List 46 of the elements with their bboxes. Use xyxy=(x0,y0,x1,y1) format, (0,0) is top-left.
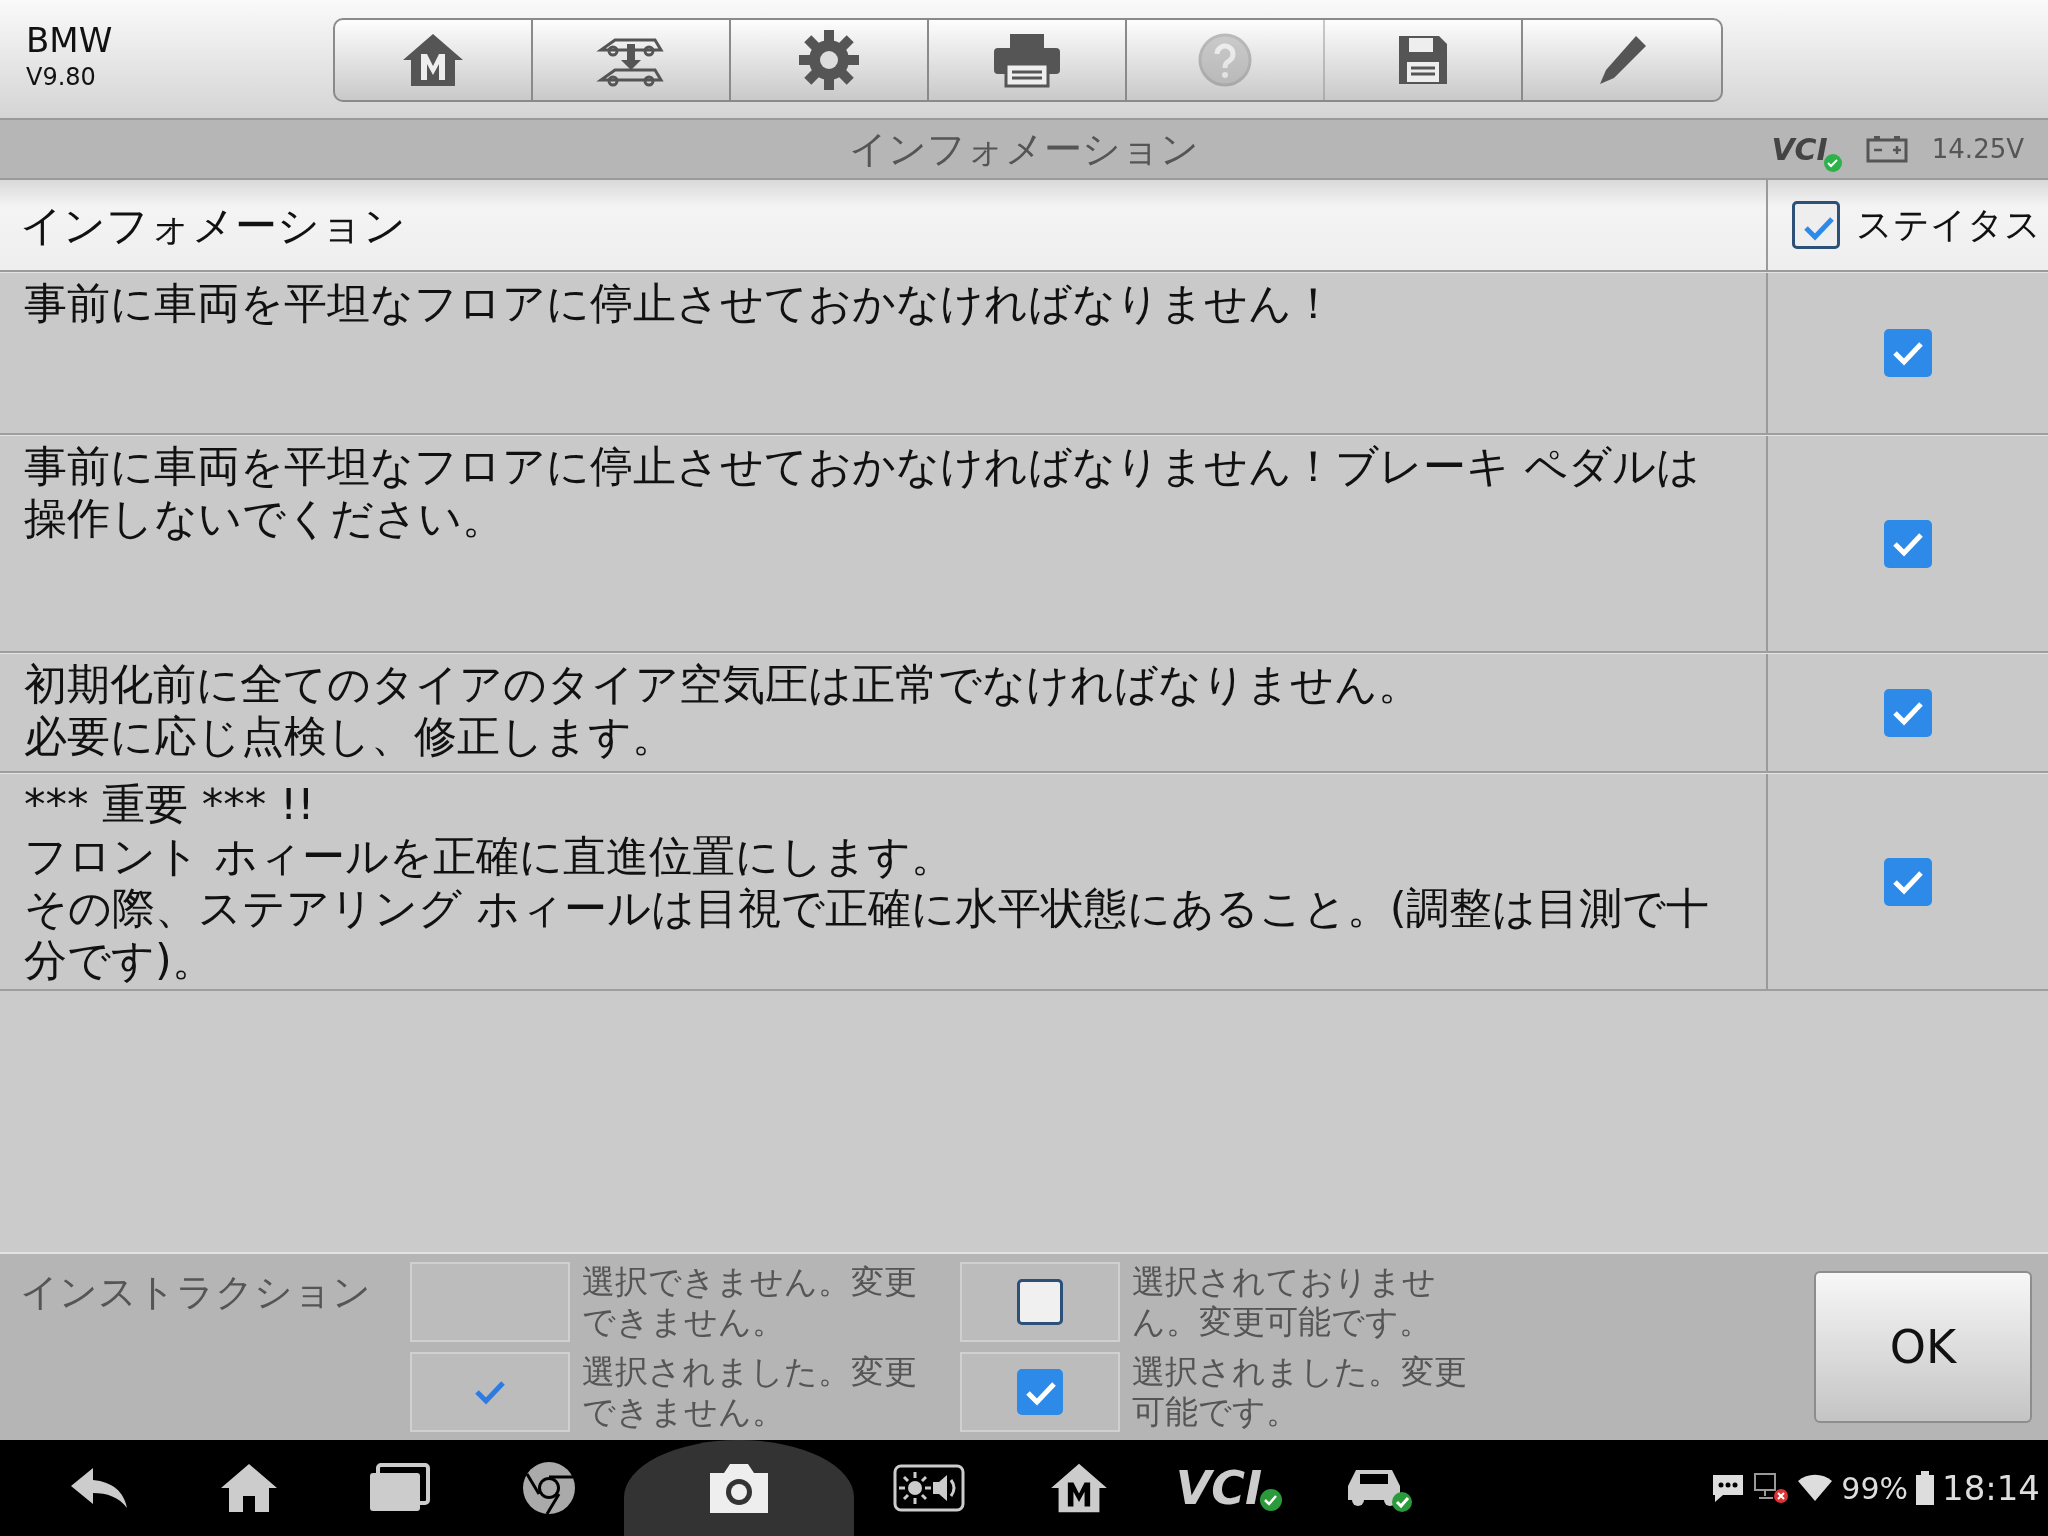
round-logo-icon xyxy=(521,1460,577,1516)
back-arrow-icon xyxy=(69,1466,129,1510)
battery-icon xyxy=(1865,135,1908,163)
screen-title: インフォメーション xyxy=(849,126,1199,171)
vci-logo: VCI xyxy=(1771,130,1829,169)
version-text: V9.80 xyxy=(26,62,97,94)
chat-icon xyxy=(1711,1473,1746,1503)
legend-text: 選択されました。変更可能です。 xyxy=(1131,1352,1468,1432)
wifi-icon xyxy=(1797,1473,1834,1503)
checkbox[interactable] xyxy=(1884,329,1932,377)
legend-text: 選択されておりません。変更可能です。 xyxy=(1131,1262,1437,1342)
clock-text: 18:14 xyxy=(1942,1466,2040,1510)
legend-text: 選択できません。変更できません。 xyxy=(581,1262,918,1342)
voltage-text: 14.25V xyxy=(1931,132,2024,166)
info-text: 必要に応じ点検し、修正します。 xyxy=(23,710,676,762)
ok-button[interactable]: OK xyxy=(1814,1271,2032,1423)
network-error-icon xyxy=(1753,1472,1790,1504)
battery-icon xyxy=(1916,1471,1934,1505)
brand-name: BMW xyxy=(26,22,114,60)
info-text: *** 重要 *** !! xyxy=(23,778,316,830)
info-text: その際、ステアリング ホィールは目視で正確に水平状態にあること。(調整は目測で十分です)。 xyxy=(23,882,1711,986)
taskbar-button[interactable]: VCI xyxy=(1154,1440,1304,1536)
column-header: インフォメーション xyxy=(19,199,406,252)
home-icon xyxy=(219,1462,279,1514)
info-text: 事前に車両を平坦なフロアに停止させておかなければなりません！ xyxy=(23,277,1336,329)
vci-logo: VCI xyxy=(1175,1465,1264,1511)
printer-icon xyxy=(992,32,1062,88)
checkbox[interactable] xyxy=(1884,519,1932,568)
battery-percent: 99% xyxy=(1841,1469,1908,1508)
info-text: 初期化前に全てのタイアのタイア空気圧は正常でなければなりません。 xyxy=(23,658,1422,710)
brightness-volume-icon xyxy=(893,1464,965,1512)
column-header: ステイタス xyxy=(1856,203,2041,247)
info-text: フロント ホィールを正確に直進位置にします。 xyxy=(23,830,955,882)
legend-label: インストラクション xyxy=(19,1269,372,1316)
info-text: 事前に車両を平坦なフロアに停止させておかなければなりません！ブレーキ ペダルは操作しないでください。 xyxy=(23,440,1701,544)
checkbox[interactable] xyxy=(1884,857,1932,906)
house-m-icon xyxy=(1049,1462,1109,1514)
checkbox[interactable] xyxy=(1792,201,1840,249)
recent-apps-icon xyxy=(368,1463,430,1513)
gear-icon xyxy=(797,28,861,92)
taskbar-button[interactable] xyxy=(624,1440,854,1536)
house-m-icon xyxy=(401,32,465,88)
check-circle-icon xyxy=(1260,1489,1283,1511)
legend-text: 選択されました。変更できません。 xyxy=(581,1352,918,1432)
help-icon xyxy=(1197,32,1253,88)
checkbox[interactable] xyxy=(1884,688,1932,737)
